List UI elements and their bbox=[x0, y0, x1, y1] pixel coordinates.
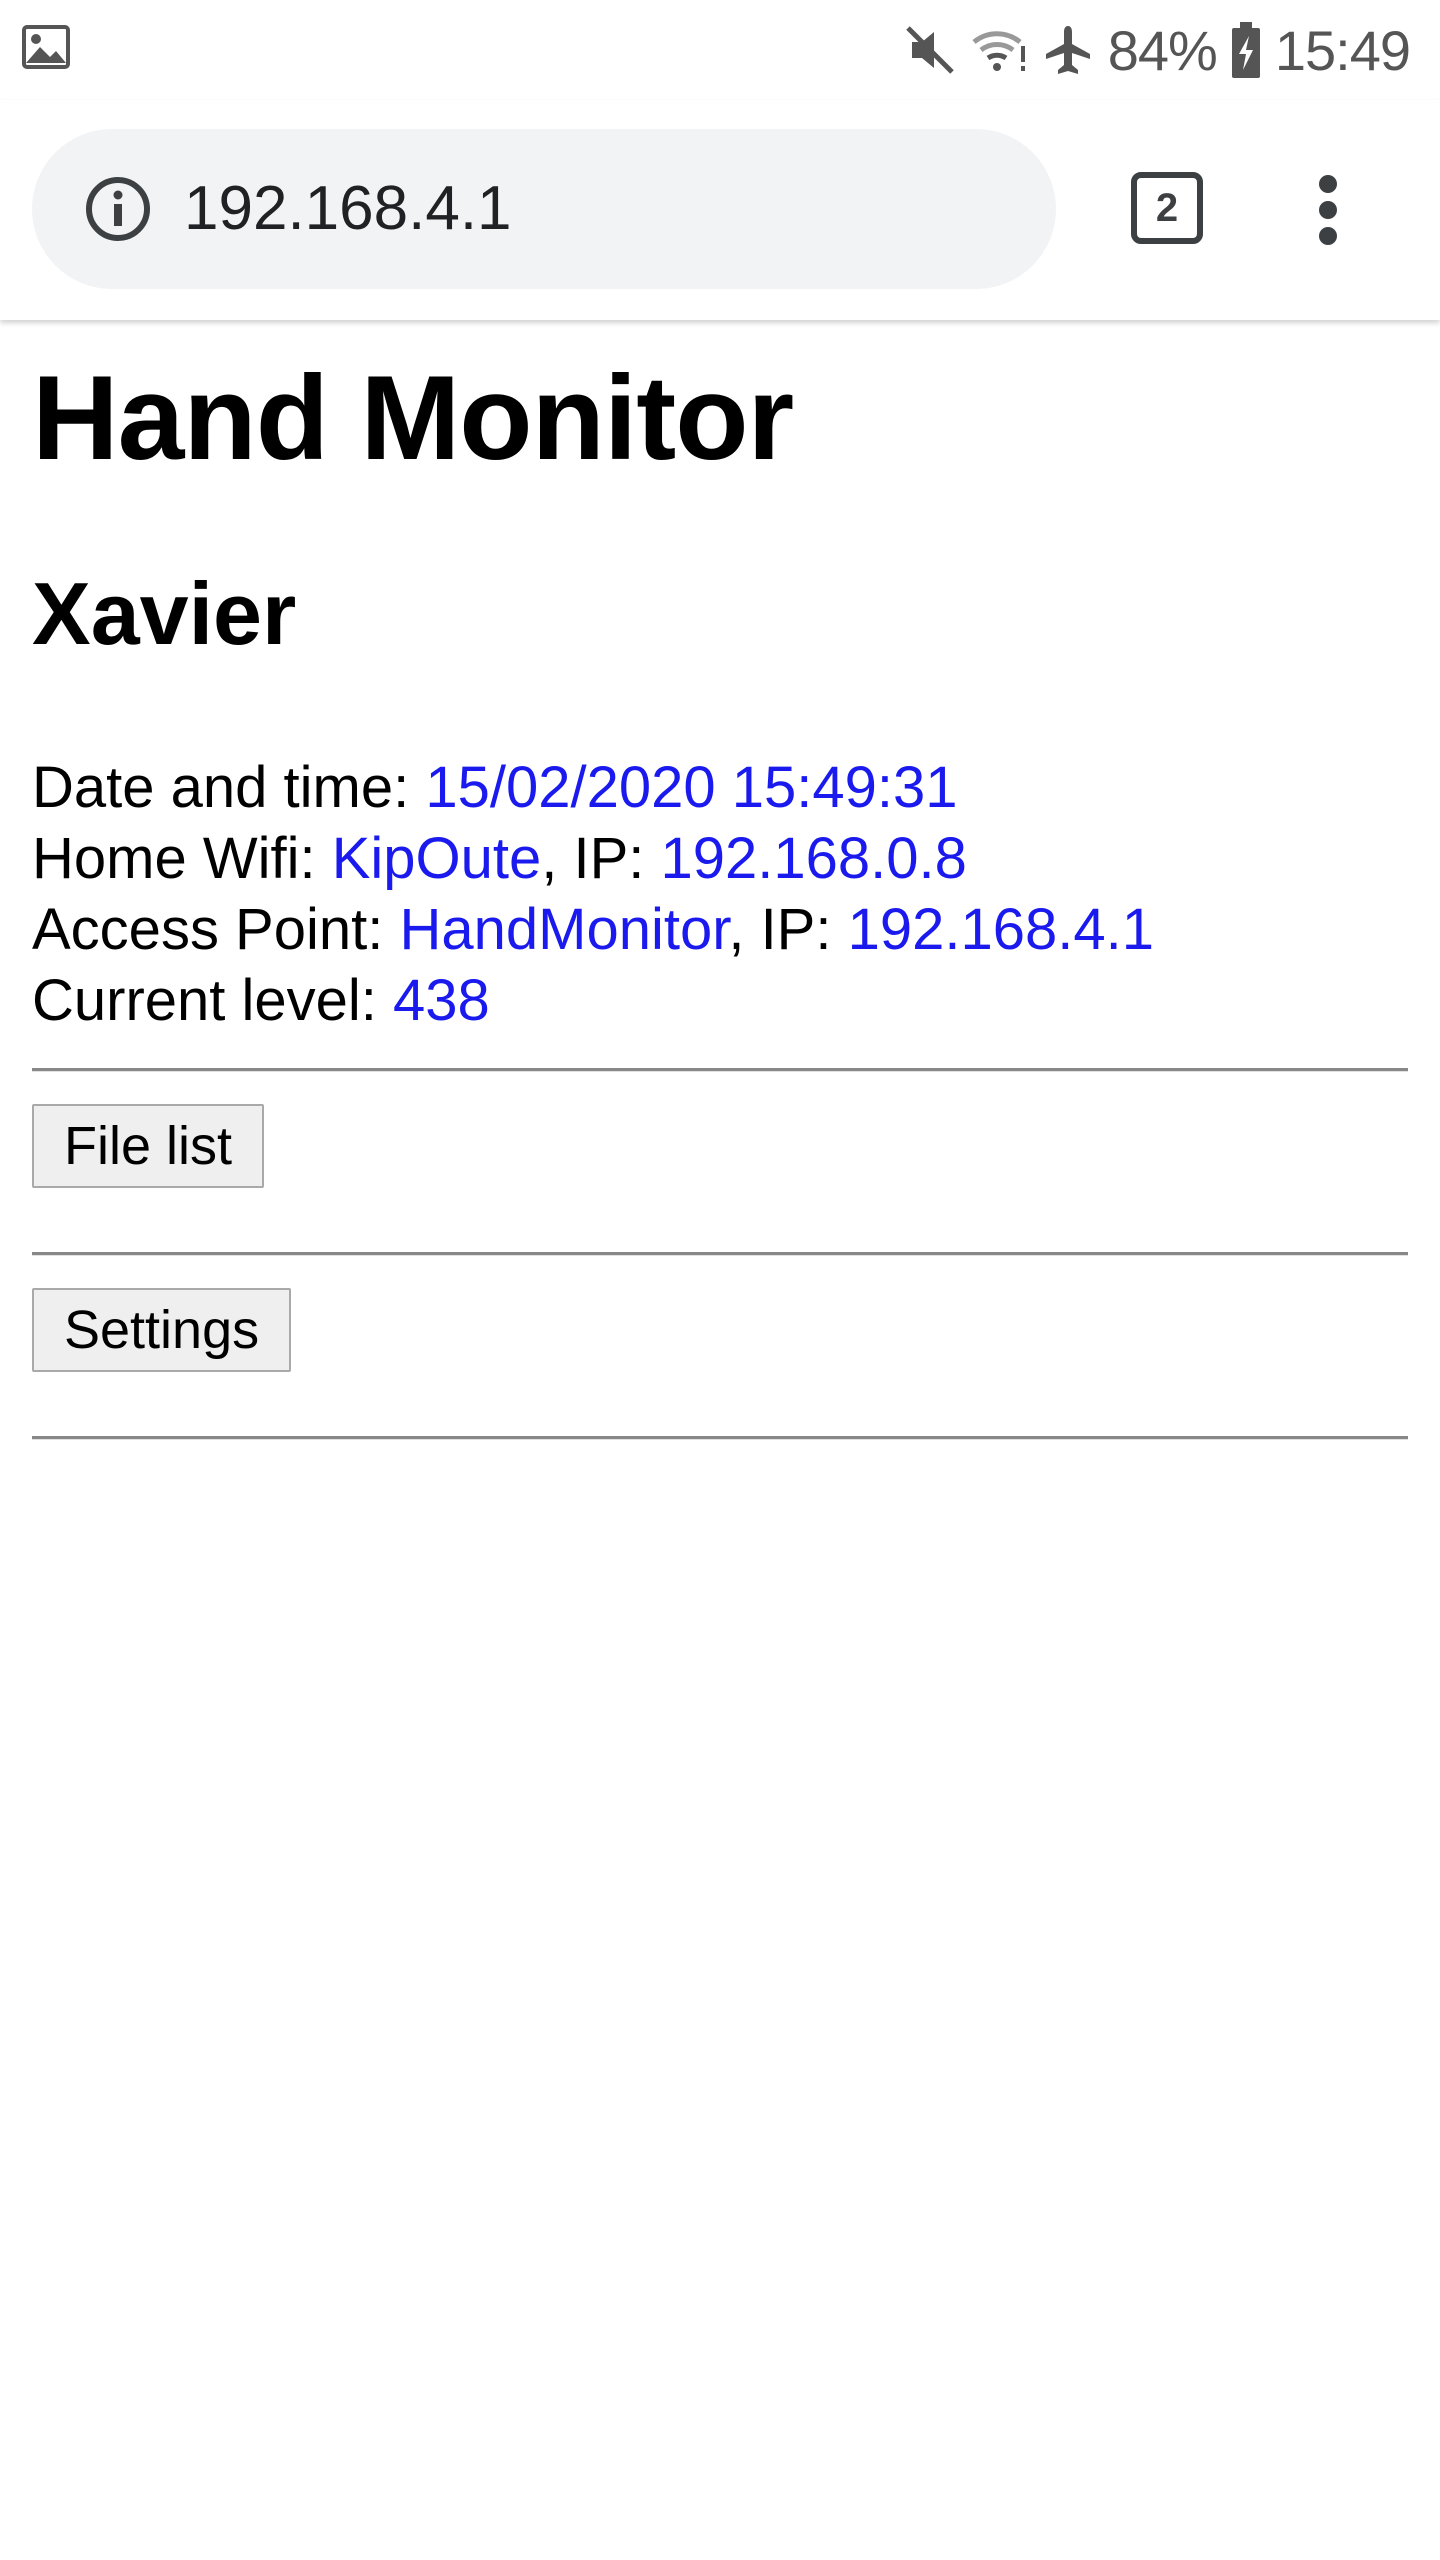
home-wifi-label: Home Wifi: bbox=[32, 826, 332, 891]
home-wifi-ip-label: , IP: bbox=[541, 826, 661, 891]
date-time-line: Date and time: 15/02/2020 15:49:31 bbox=[32, 752, 1154, 823]
menu-dot-icon bbox=[1319, 227, 1337, 245]
tab-count: 2 bbox=[1131, 172, 1203, 244]
access-point-ssid: HandMonitor bbox=[399, 897, 729, 962]
date-time-value: 15/02/2020 15:49:31 bbox=[425, 755, 958, 820]
current-level-value: 438 bbox=[393, 968, 490, 1033]
status-icons: 84% 15:49 bbox=[904, 14, 1411, 86]
menu-dot-icon bbox=[1319, 175, 1337, 193]
url-text[interactable]: 192.168.4.1 bbox=[184, 129, 512, 289]
status-info: Date and time: 15/02/2020 15:49:31 Home … bbox=[32, 752, 1154, 1036]
access-point-ip: 192.168.4.1 bbox=[847, 897, 1155, 962]
current-level-label: Current level: bbox=[32, 968, 394, 1033]
gallery-icon bbox=[22, 25, 70, 69]
divider bbox=[32, 1068, 1408, 1072]
file-list-button[interactable]: File list bbox=[32, 1104, 265, 1188]
clock: 15:49 bbox=[1274, 18, 1411, 82]
tab-switcher-button[interactable]: 2 bbox=[1131, 172, 1203, 244]
airplane-icon bbox=[1042, 24, 1094, 76]
home-wifi-ssid: KipOute bbox=[331, 826, 542, 891]
settings-button[interactable]: Settings bbox=[32, 1288, 292, 1372]
access-point-label: Access Point: bbox=[32, 897, 400, 962]
info-icon[interactable] bbox=[84, 175, 152, 243]
access-point-ip-label: , IP: bbox=[728, 897, 848, 962]
date-time-label: Date and time: bbox=[32, 755, 426, 820]
access-point-line: Access Point: HandMonitor, IP: 192.168.4… bbox=[32, 894, 1154, 965]
status-bar: 84% 15:49 bbox=[0, 0, 1440, 100]
battery-percent: 84% bbox=[1107, 18, 1218, 82]
divider bbox=[32, 1252, 1408, 1256]
address-bar[interactable]: 192.168.4.1 bbox=[32, 129, 1056, 289]
wifi-icon bbox=[970, 24, 1028, 76]
device-name: Xavier bbox=[32, 564, 297, 663]
current-level-line: Current level: 438 bbox=[32, 965, 1154, 1036]
home-wifi-line: Home Wifi: KipOute, IP: 192.168.0.8 bbox=[32, 823, 1154, 894]
battery-charging-icon bbox=[1231, 22, 1261, 78]
mute-icon bbox=[904, 24, 956, 76]
divider bbox=[32, 1436, 1408, 1440]
overflow-menu-button[interactable] bbox=[1298, 170, 1358, 250]
page-title: Hand Monitor bbox=[32, 351, 794, 485]
home-wifi-ip: 192.168.0.8 bbox=[660, 826, 967, 891]
browser-toolbar: 192.168.4.1 2 bbox=[0, 100, 1440, 320]
menu-dot-icon bbox=[1319, 201, 1337, 219]
